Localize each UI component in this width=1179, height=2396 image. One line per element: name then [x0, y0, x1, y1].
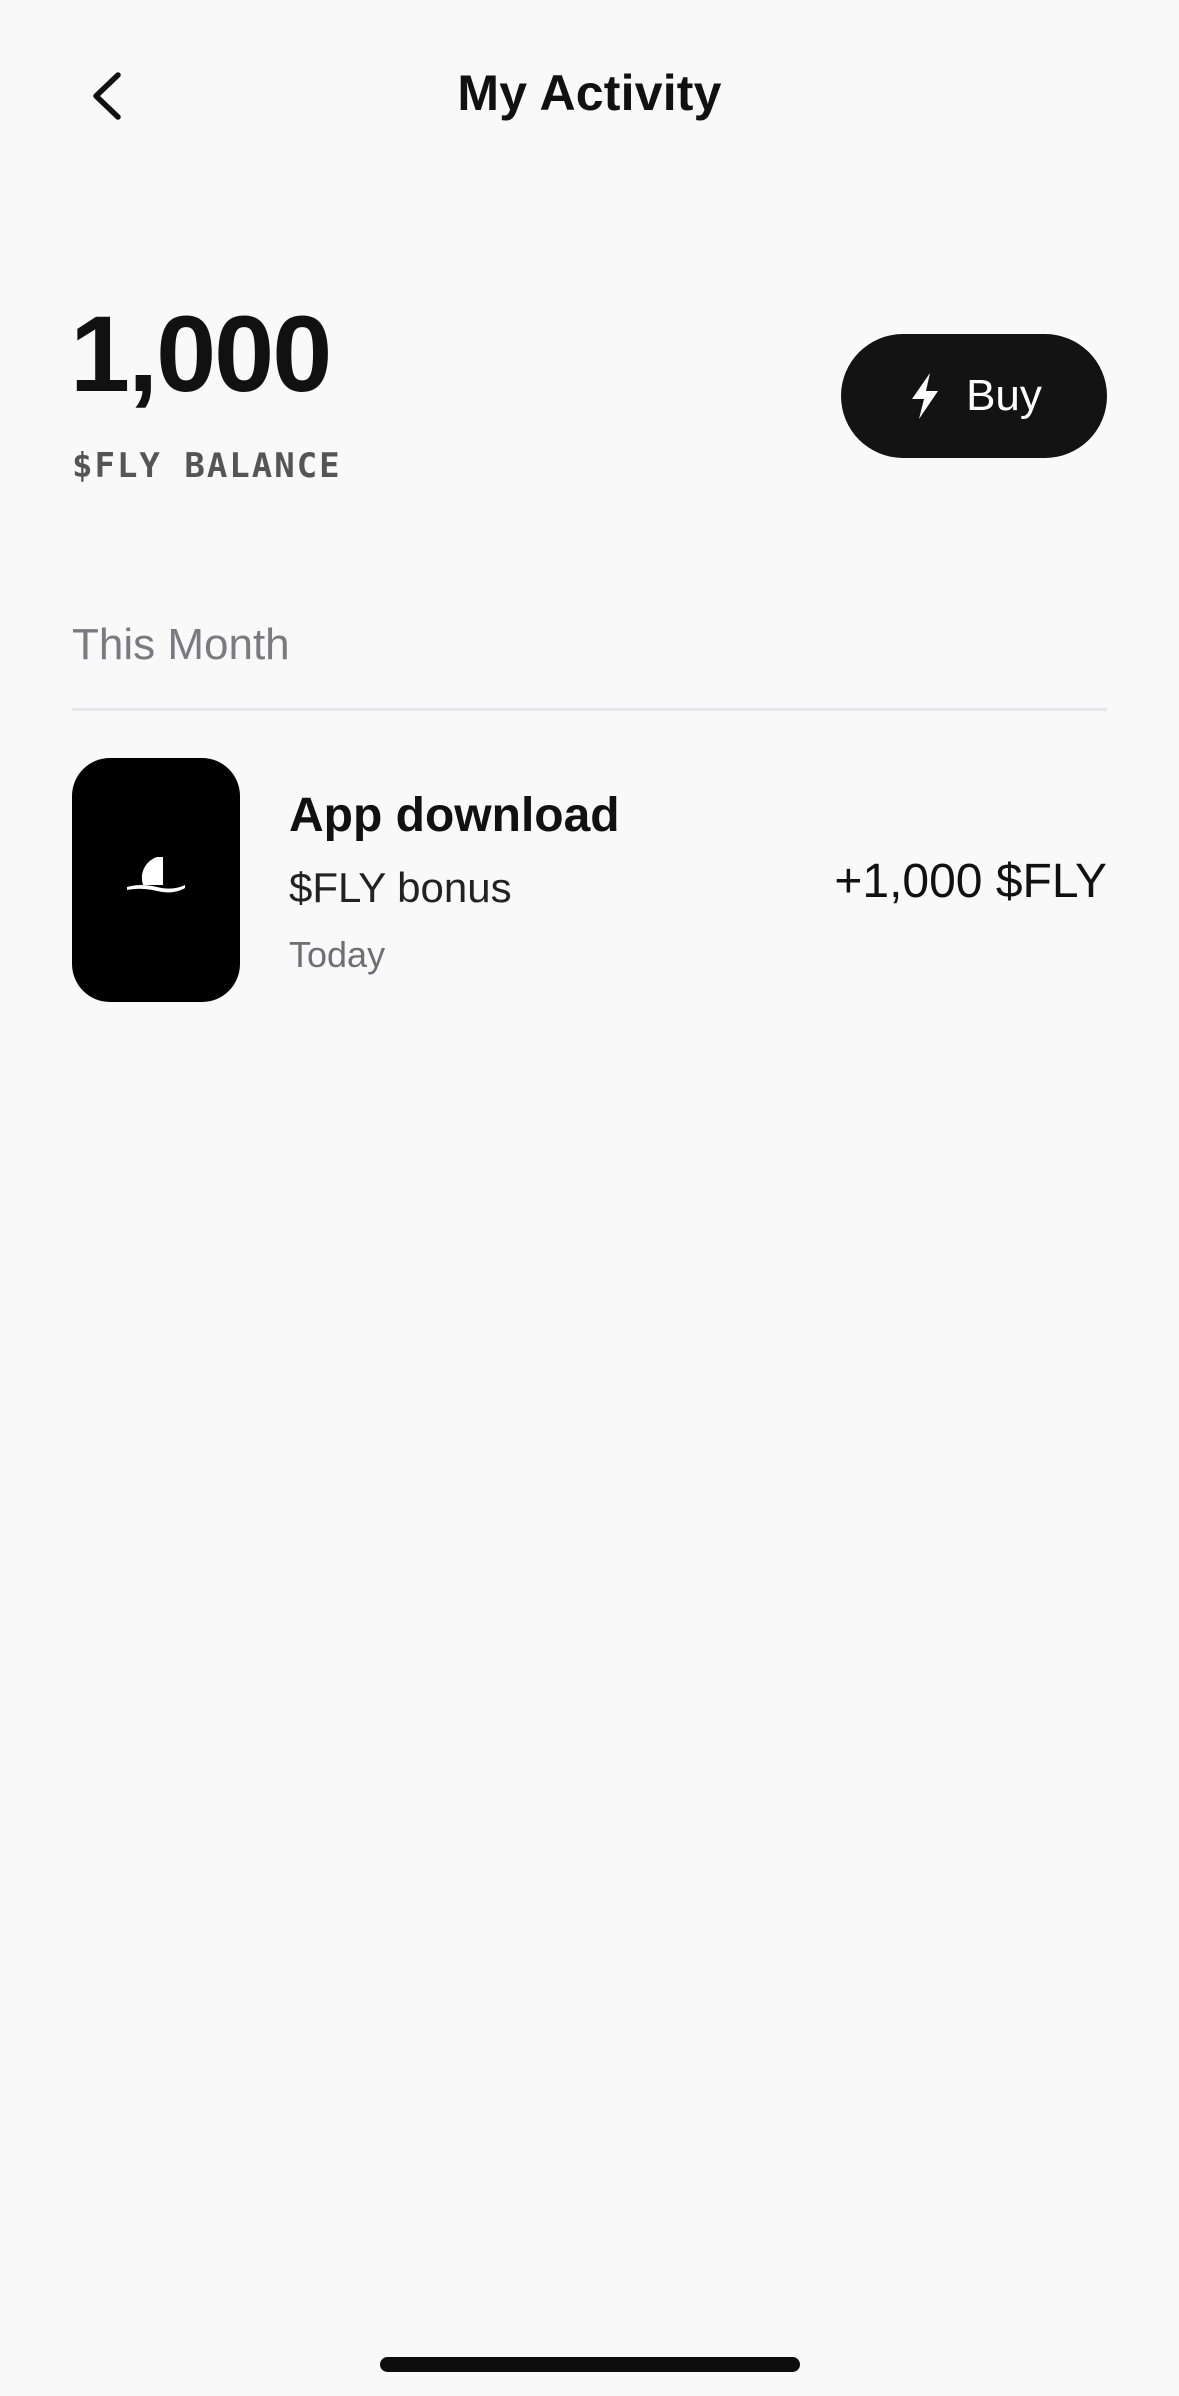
activity-title: App download: [289, 789, 620, 842]
balance-amount: 1,000: [70, 293, 332, 414]
activity-date: Today: [289, 934, 386, 975]
activity-row[interactable]: App download $FLY bonus Today +1,000 $FL…: [72, 758, 1107, 1002]
buy-button[interactable]: Buy: [841, 334, 1107, 458]
buy-button-label: Buy: [966, 371, 1042, 420]
app-logo-icon: [72, 758, 240, 1002]
section-title: This Month: [72, 620, 290, 669]
header: My Activity: [0, 0, 1179, 190]
divider: [72, 708, 1107, 711]
balance-label: $FLY BALANCE: [72, 446, 342, 486]
activity-amount: +1,000 $FLY: [834, 855, 1107, 908]
activity-subtitle: $FLY bonus: [289, 864, 512, 911]
home-indicator: [380, 2357, 800, 2372]
page-title: My Activity: [457, 65, 722, 121]
lightning-bolt-icon: [912, 373, 939, 419]
